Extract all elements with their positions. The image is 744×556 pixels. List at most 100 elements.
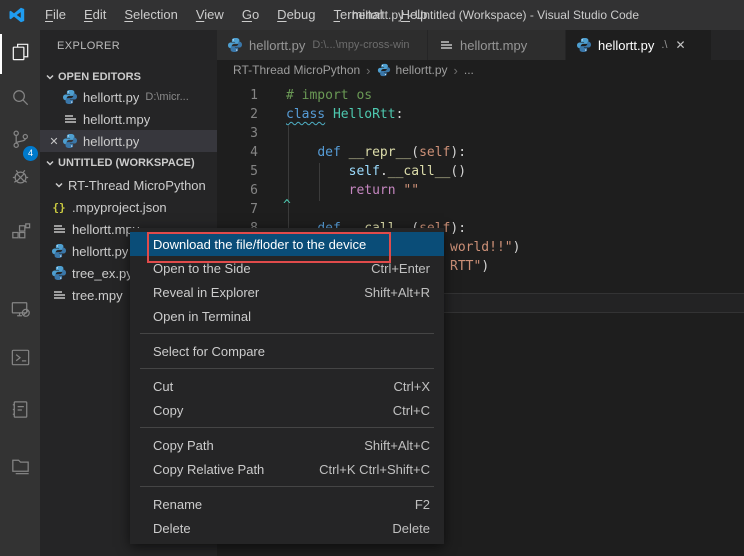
window-title: hellortt.py - Untitled (Workspace) - Vis…: [352, 0, 639, 30]
menu-selection[interactable]: Selection: [115, 0, 186, 30]
indent-guide: [288, 125, 289, 239]
json-file-icon: {}: [51, 199, 67, 215]
menu-file[interactable]: File: [36, 0, 75, 30]
activity-debug[interactable]: [0, 160, 40, 200]
tab-label: hellortt.py: [598, 38, 654, 53]
menu-item-label: Reveal in Explorer: [153, 285, 259, 300]
line-number: 4: [217, 143, 258, 162]
python-file-icon: [51, 243, 67, 259]
code-line: 4 def __repr__(self):: [217, 143, 744, 162]
activity-terminal[interactable]: [0, 340, 40, 380]
context-menu-item-rename[interactable]: Rename F2: [130, 492, 444, 516]
breadcrumb-item[interactable]: RT-Thread MicroPython: [233, 63, 360, 77]
code-line: 7: [217, 200, 744, 219]
open-editor-item[interactable]: ✕hellortt.py: [40, 130, 217, 152]
activity-source-control[interactable]: 4: [0, 122, 40, 162]
menu-item-shortcut: Ctrl+C: [393, 403, 430, 418]
breadcrumb: RT-Thread MicroPython › hellortt.py ›...: [217, 60, 744, 80]
menu-item-shortcut: F2: [415, 497, 430, 512]
close-tab-icon[interactable]: ✕: [676, 38, 686, 52]
menu-edit[interactable]: Edit: [75, 0, 115, 30]
activity-bar: 4: [0, 30, 40, 556]
menu-go[interactable]: Go: [233, 0, 268, 30]
code-text: [258, 124, 286, 143]
extensions-icon: [9, 221, 32, 249]
remote-device-icon: [9, 298, 32, 326]
line-number: 6: [217, 181, 258, 200]
context-menu-item-copy-path[interactable]: Copy PathShift+Alt+C: [130, 433, 444, 457]
mpy-file-icon: [51, 287, 67, 303]
debug-icon: [9, 166, 32, 194]
context-menu-item-delete[interactable]: DeleteDelete: [130, 516, 444, 540]
menu-item-label: Rename: [153, 497, 202, 512]
tree-file-item[interactable]: {} .mpyproject.json: [40, 196, 217, 218]
file-label: hellortt.mpy: [83, 112, 150, 127]
code-line: 3: [217, 124, 744, 143]
activity-extensions[interactable]: [0, 215, 40, 255]
context-menu-item-open-to-the-side[interactable]: Open to the SideCtrl+Enter: [130, 256, 444, 280]
file-label: tree.mpy: [72, 288, 123, 303]
menu-separator: [140, 333, 434, 334]
chevron-down-icon: [45, 158, 55, 168]
breadcrumb-separator-icon: ›: [366, 63, 370, 78]
python-file-icon: [227, 37, 243, 53]
sidebar-title: EXPLORER: [57, 40, 120, 52]
python-file-icon: [576, 37, 592, 53]
squiggle-caret: ^: [283, 198, 291, 213]
code-text: [258, 200, 286, 219]
breadcrumb-item[interactable]: ...: [464, 63, 474, 77]
explorer-icon: [9, 40, 32, 68]
context-menu-item-open-in-terminal[interactable]: Open in Terminal: [130, 304, 444, 328]
indent-guide: [319, 163, 320, 201]
menu-debug[interactable]: Debug: [268, 0, 324, 30]
close-editor-icon[interactable]: ✕: [46, 135, 62, 148]
code-text: # import os: [258, 86, 372, 105]
title-bar: FileEditSelectionViewGoDebugTerminalHelp…: [0, 0, 744, 30]
open-editor-item[interactable]: hellortt.mpy: [40, 108, 217, 130]
code-text: class HelloRtt:: [258, 105, 403, 124]
menu-separator: [140, 427, 434, 428]
vscode-logo-icon: [8, 6, 26, 24]
line-number: 3: [217, 124, 258, 143]
file-label: tree_ex.py: [72, 266, 133, 281]
tab-label: hellortt.py: [249, 38, 305, 53]
line-number: 7: [217, 200, 258, 219]
activity-notebook[interactable]: [0, 392, 40, 432]
code-line: 6 return "": [217, 181, 744, 200]
activity-folder[interactable]: [0, 448, 40, 488]
file-description: D:\micr...: [145, 91, 188, 103]
file-label: RT-Thread MicroPython: [68, 178, 206, 193]
activity-search[interactable]: [0, 80, 40, 120]
terminal-icon: [9, 346, 32, 374]
menu-item-shortcut: Ctrl+Enter: [371, 261, 430, 276]
code-text: def __repr__(self):: [258, 143, 466, 162]
search-icon: [9, 86, 32, 114]
context-menu-item-cut[interactable]: CutCtrl+X: [130, 374, 444, 398]
file-label: .mpyproject.json: [72, 200, 167, 215]
tab-hellortt-py[interactable]: hellortt.py D:\...\mpy-cross-win: [217, 30, 428, 60]
scm-badge: 4: [23, 146, 38, 161]
breadcrumb-item[interactable]: hellortt.py: [396, 63, 448, 77]
menu-view[interactable]: View: [187, 0, 233, 30]
menu-item-label: Copy Path: [153, 438, 214, 453]
activity-remote-device[interactable]: [0, 292, 40, 332]
open-editors-header[interactable]: OPEN EDITORS: [40, 66, 217, 88]
open-editor-item[interactable]: hellortt.pyD:\micr...: [40, 86, 217, 108]
tree-folder-item[interactable]: RT-Thread MicroPython: [40, 174, 217, 196]
menu-item-label: Copy: [153, 403, 183, 418]
mpy-file-icon: [438, 37, 454, 53]
context-menu-item-download-the-file-floder-to-th[interactable]: Download the file/floder to the device: [130, 232, 444, 256]
tab-hellortt-py[interactable]: hellortt.py.\✕: [566, 30, 712, 60]
workspace-header[interactable]: UNTITLED (WORKSPACE): [40, 152, 217, 174]
code-line: 5 self.__call__(): [217, 162, 744, 181]
menu-item-label: Cut: [153, 379, 173, 394]
context-menu-item-reveal-in-explorer[interactable]: Reveal in Explorer Shift+Alt+R: [130, 280, 444, 304]
menu-item-shortcut: Shift+Alt+R: [364, 285, 430, 300]
activity-explorer[interactable]: [0, 34, 40, 74]
tab-description: D:\...\mpy-cross-win: [312, 39, 409, 51]
context-menu-item-select-for-compare[interactable]: Select for Compare: [130, 339, 444, 363]
context-menu-item-copy-relative-path[interactable]: Copy Relative PathCtrl+K Ctrl+Shift+C: [130, 457, 444, 481]
breadcrumb-separator-icon: ›: [454, 63, 458, 78]
context-menu-item-copy[interactable]: Copy Ctrl+C: [130, 398, 444, 422]
tab-hellortt-mpy[interactable]: hellortt.mpy: [428, 30, 566, 60]
